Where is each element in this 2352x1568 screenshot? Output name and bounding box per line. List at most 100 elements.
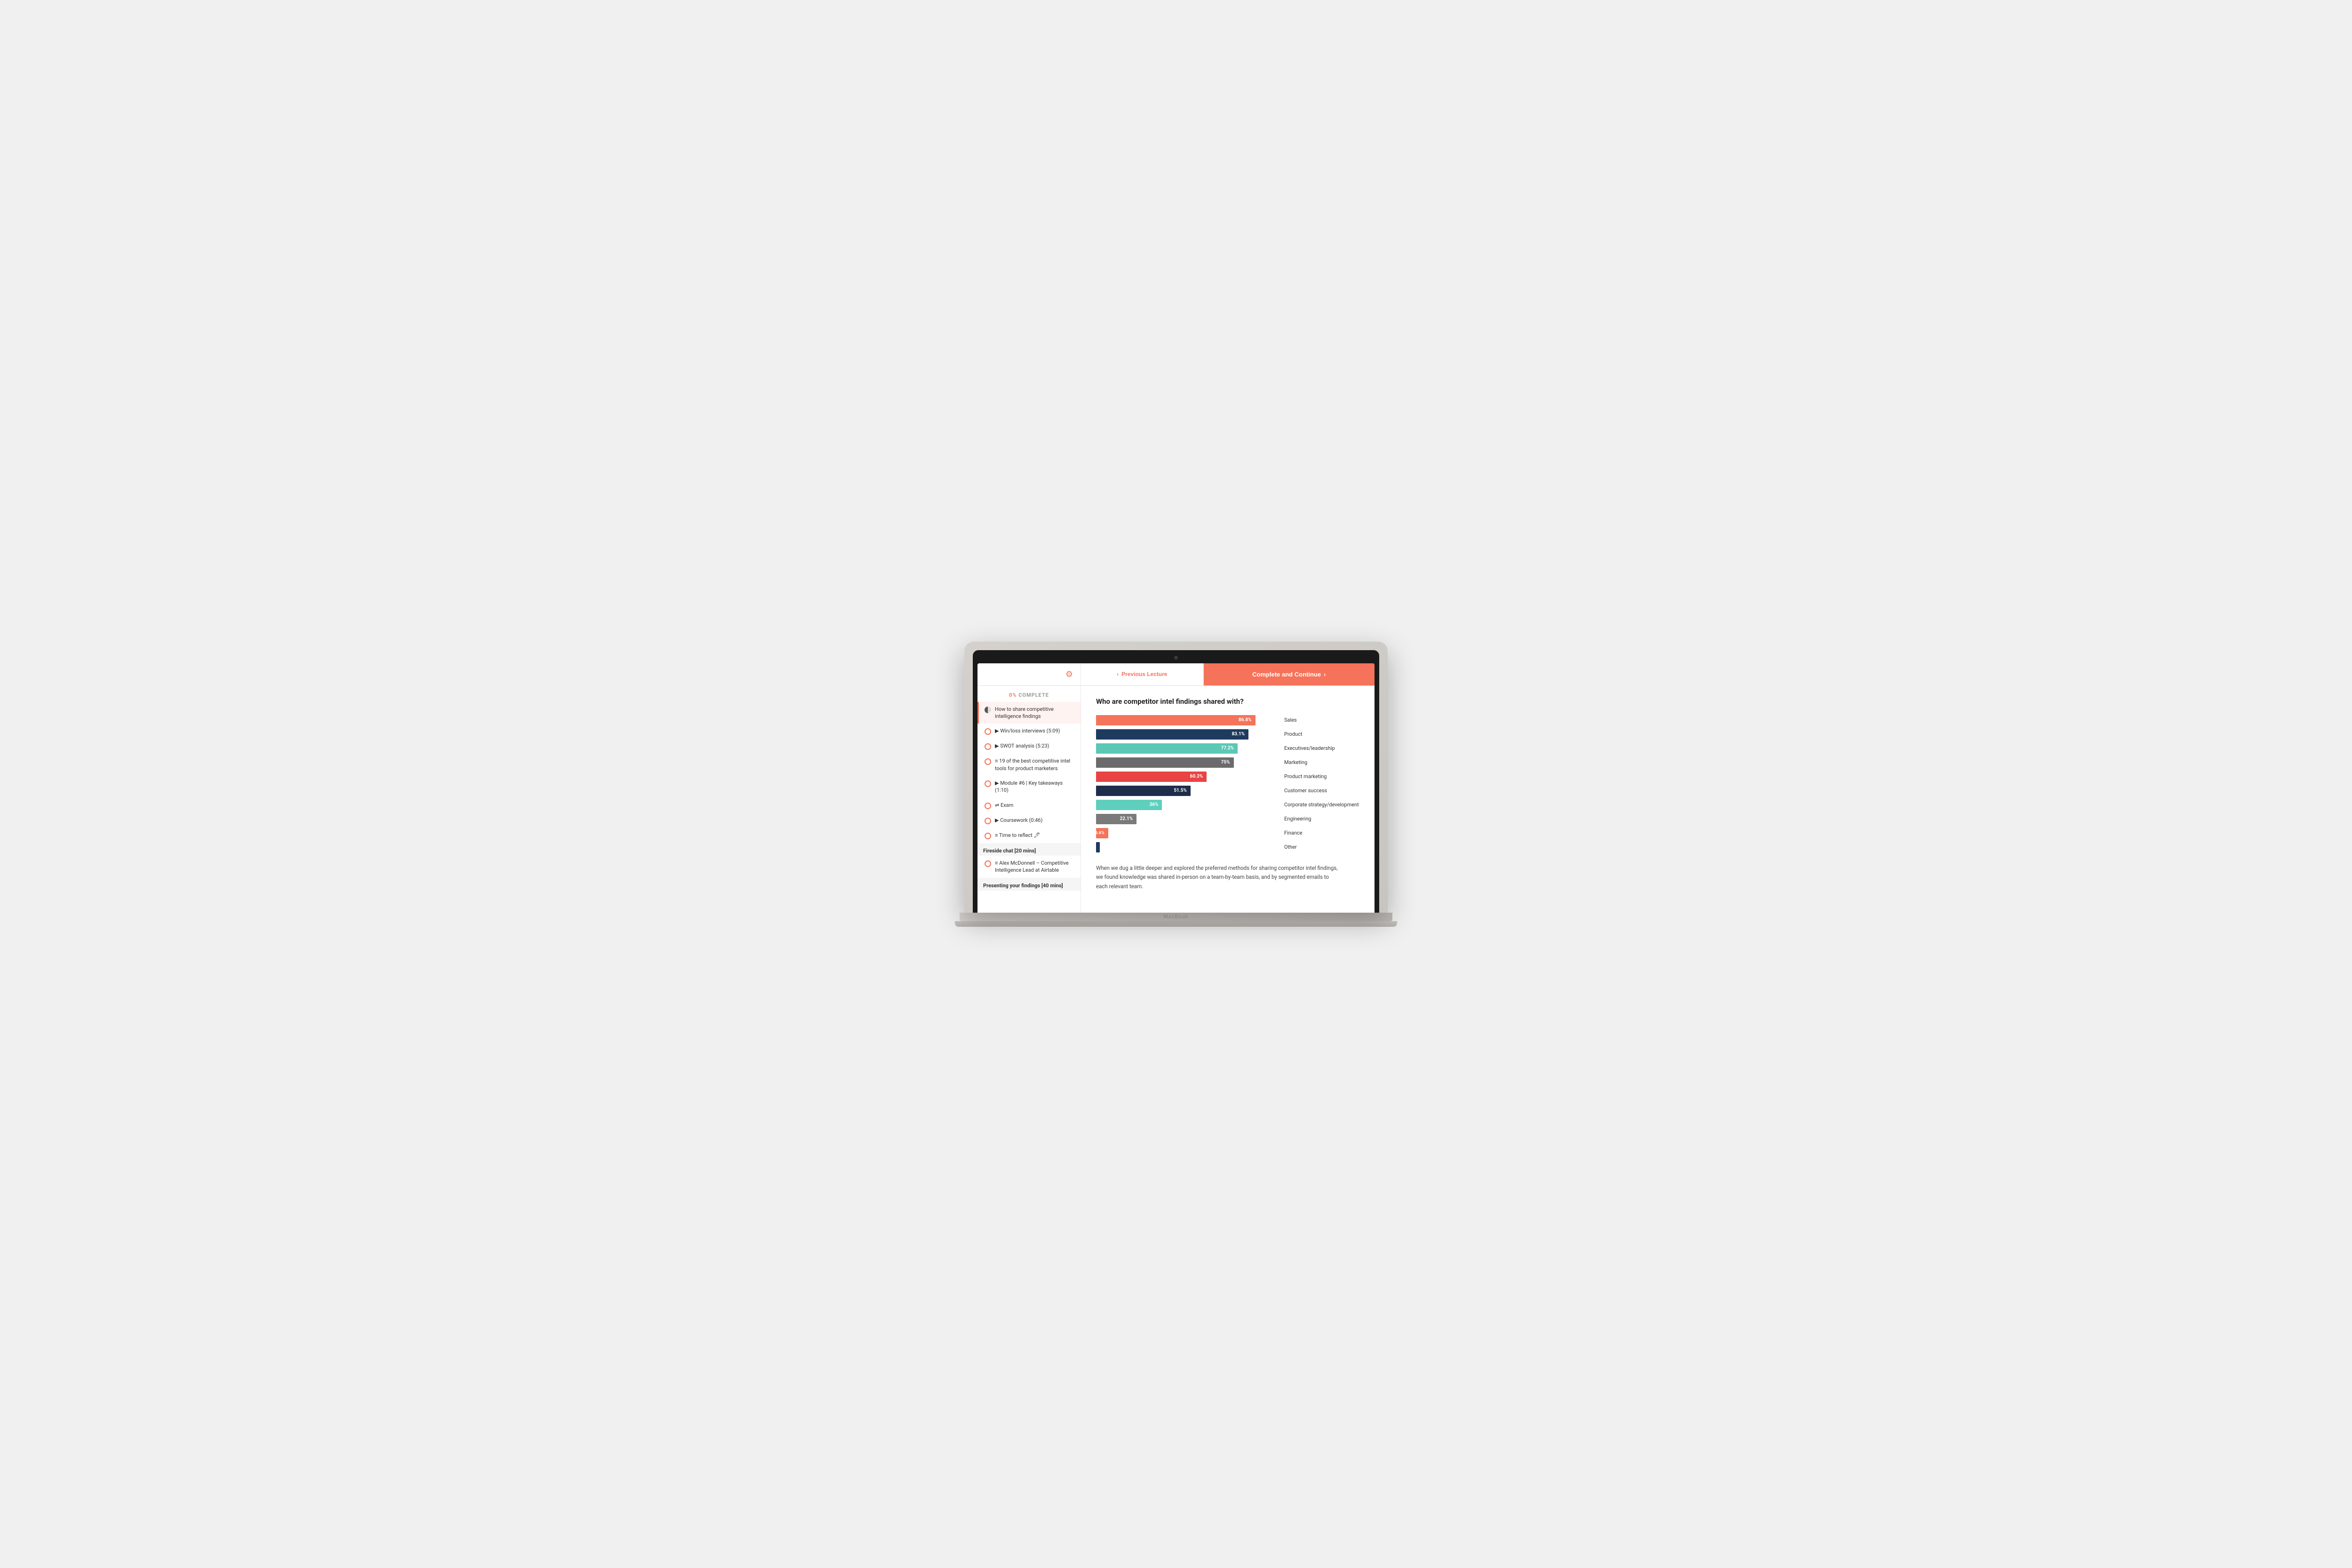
bar-pct-label: 77.2% <box>1221 746 1234 751</box>
circle-icon-coursework <box>985 818 991 824</box>
half-circle-icon <box>985 707 991 713</box>
bar-pct-label: 75% <box>1221 760 1230 765</box>
bar-fill: 60.3% <box>1096 772 1207 782</box>
bar-pct-label: 83.1% <box>1232 732 1245 737</box>
macbook-container: ⚙ ‹ Previous Lecture Complete and Contin… <box>964 642 1388 927</box>
circle-icon-swot <box>985 743 991 750</box>
progress-pct: 0% <box>1009 692 1017 698</box>
bar-pct-label: 60.3% <box>1190 774 1203 779</box>
bar-row: Other <box>1096 842 1359 852</box>
bar-fill: 51.5% <box>1096 786 1191 796</box>
complete-continue-label: Complete and Continue <box>1252 671 1321 678</box>
sidebar-item-label-best-tools: ≡ 19 of the best competitive intel tools… <box>995 757 1075 772</box>
sidebar-item-best-tools[interactable]: ≡ 19 of the best competitive intel tools… <box>977 754 1081 776</box>
nav-left: ⚙ <box>977 663 1081 685</box>
bar-row: 51.5% Customer success <box>1096 786 1359 796</box>
sidebar-item-label-coursework: ▶ Coursework (0:46) <box>995 817 1042 824</box>
bar-pct-label: 22.1% <box>1120 816 1133 821</box>
sidebar: 0% COMPLETE How to share competitive int… <box>977 686 1081 913</box>
bar-pct-label: 51.5% <box>1174 788 1187 793</box>
bar-row: 22.1% Engineering <box>1096 814 1359 824</box>
bar-wrapper: 36% <box>1096 800 1279 810</box>
sidebar-item-exam[interactable]: ⇌ Exam <box>977 798 1081 813</box>
bar-row: 36% Corporate strategy/development <box>1096 800 1359 810</box>
bar-label: Sales <box>1284 717 1359 723</box>
sidebar-item-label-module6: ▶ Module #6 | Key takeaways (1:10) <box>995 780 1075 794</box>
sidebar-item-win-loss[interactable]: ▶ Win/loss interviews (5:09) <box>977 724 1081 739</box>
section-header-presenting: Presenting your findings [40 mins] <box>977 878 1081 891</box>
progress-text: 0% COMPLETE <box>1009 692 1049 698</box>
bar-row: 83.1% Product <box>1096 729 1359 740</box>
macbook-camera <box>1174 656 1178 660</box>
sidebar-item-alex[interactable]: ≡ Alex McDonnell – Competitive Intellige… <box>977 856 1081 878</box>
progress-bar-area: 0% COMPLETE <box>977 686 1081 702</box>
macbook-display: ⚙ ‹ Previous Lecture Complete and Contin… <box>977 663 1375 913</box>
bar-label: Marketing <box>1284 759 1359 765</box>
bar-fill: 86.8% <box>1096 715 1255 725</box>
sidebar-item-label-win-loss: ▶ Win/loss interviews (5:09) <box>995 727 1060 734</box>
bar-pct-label: 6.6% <box>1095 831 1104 836</box>
bar-wrapper: 83.1% <box>1096 729 1279 740</box>
bar-fill: 22.1% <box>1096 814 1136 824</box>
app-container: ⚙ ‹ Previous Lecture Complete and Contin… <box>977 663 1375 913</box>
sidebar-item-label-swot: ▶ SWOT analysis (5:23) <box>995 742 1049 749</box>
bar-fill: 77.2% <box>1096 743 1238 754</box>
bar-fill: 83.1% <box>1096 729 1248 740</box>
bar-label: Engineering <box>1284 816 1359 822</box>
bar-label: Finance <box>1284 830 1359 836</box>
bar-label: Executives/leadership <box>1284 745 1359 751</box>
sidebar-item-share-intel[interactable]: How to share competitive intelligence fi… <box>977 702 1081 724</box>
bar-wrapper: 6.6% <box>1096 828 1279 838</box>
circle-icon-best-tools <box>985 758 991 765</box>
bar-label: Other <box>1284 844 1359 850</box>
macbook-foot <box>955 921 1397 927</box>
content-area: Who are competitor intel findings shared… <box>1081 686 1375 913</box>
sidebar-item-label-time-reflect: ≡ Time to reflect 🖊 <box>995 832 1040 839</box>
next-chevron-icon: › <box>1324 671 1326 678</box>
bar-fill: 6.6% <box>1096 828 1108 838</box>
macbook-bezel: ⚙ ‹ Previous Lecture Complete and Contin… <box>973 650 1379 913</box>
circle-icon-exam <box>985 803 991 809</box>
sidebar-item-module6[interactable]: ▶ Module #6 | Key takeaways (1:10) <box>977 776 1081 798</box>
bar-pct-label: 86.8% <box>1239 717 1252 723</box>
bar-row: 77.2% Executives/leadership <box>1096 743 1359 754</box>
prev-lecture-button[interactable]: ‹ Previous Lecture <box>1081 663 1204 685</box>
sidebar-item-time-reflect[interactable]: ≡ Time to reflect 🖊 <box>977 828 1081 843</box>
chart-title: Who are competitor intel findings shared… <box>1096 697 1359 706</box>
circle-icon-alex <box>985 860 991 867</box>
sidebar-item-label-exam: ⇌ Exam <box>995 802 1013 809</box>
bar-wrapper: 77.2% <box>1096 743 1279 754</box>
sidebar-item-coursework[interactable]: ▶ Coursework (0:46) <box>977 813 1081 828</box>
gear-icon[interactable]: ⚙ <box>1065 669 1073 679</box>
progress-complete-label: COMPLETE <box>1018 692 1049 698</box>
top-nav: ⚙ ‹ Previous Lecture Complete and Contin… <box>977 663 1375 686</box>
prev-lecture-label: Previous Lecture <box>1121 671 1167 677</box>
bar-row: 6.6% Finance <box>1096 828 1359 838</box>
sidebar-item-label-share-intel: How to share competitive intelligence fi… <box>995 706 1075 720</box>
bar-wrapper: 60.3% <box>1096 772 1279 782</box>
bar-row: 60.3% Product marketing <box>1096 772 1359 782</box>
bar-label: Customer success <box>1284 788 1359 794</box>
sidebar-item-label-alex: ≡ Alex McDonnell – Competitive Intellige… <box>995 860 1075 874</box>
bar-label: Product marketing <box>1284 773 1359 780</box>
sidebar-item-swot[interactable]: ▶ SWOT analysis (5:23) <box>977 739 1081 754</box>
macbook-screen-wrapper: ⚙ ‹ Previous Lecture Complete and Contin… <box>964 642 1388 913</box>
main-layout: 0% COMPLETE How to share competitive int… <box>977 686 1375 913</box>
bar-wrapper: 75% <box>1096 757 1279 768</box>
bar-label: Product <box>1284 731 1359 737</box>
bar-fill <box>1096 842 1100 852</box>
bar-label: Corporate strategy/development <box>1284 802 1359 808</box>
bar-wrapper: 22.1% <box>1096 814 1279 824</box>
bar-wrapper: 51.5% <box>1096 786 1279 796</box>
macbook-logo: MacBook <box>1163 914 1188 920</box>
bar-fill: 75% <box>1096 757 1234 768</box>
circle-icon-module6 <box>985 780 991 787</box>
nav-center: ‹ Previous Lecture Complete and Continue… <box>1081 663 1375 685</box>
complete-continue-button[interactable]: Complete and Continue › <box>1204 663 1375 685</box>
bar-fill: 36% <box>1096 800 1162 810</box>
circle-icon-win-loss <box>985 728 991 735</box>
bar-wrapper <box>1096 842 1279 852</box>
circle-icon-time-reflect <box>985 833 991 839</box>
prev-chevron-icon: ‹ <box>1117 671 1119 677</box>
description-text: When we dug a little deeper and explored… <box>1096 864 1341 891</box>
